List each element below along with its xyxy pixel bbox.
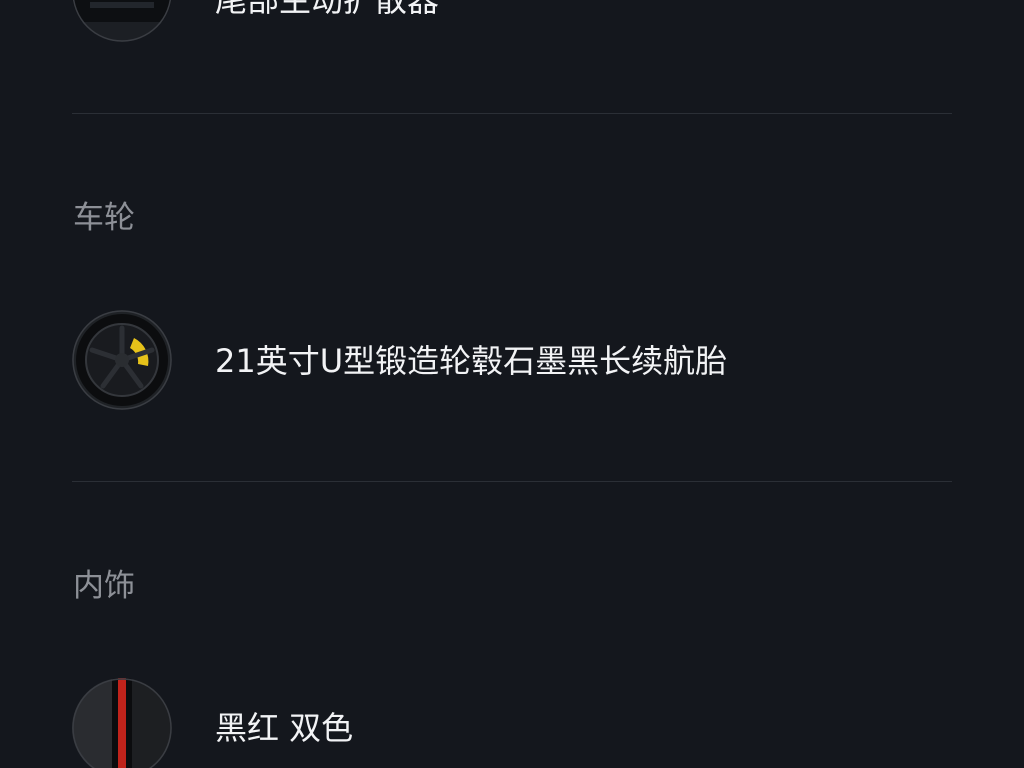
option-label: 尾部主动扩散器 <box>215 0 440 19</box>
interior-color-swatch <box>72 678 172 768</box>
wheel-thumbnail <box>72 310 172 410</box>
rear-diffuser-thumbnail <box>72 0 172 42</box>
section-title-wheels: 车轮 <box>73 200 135 236</box>
section-title-interior: 内饰 <box>73 568 135 604</box>
wheel-image <box>72 310 172 410</box>
option-label: 黑红 双色 <box>215 709 354 747</box>
option-label: 21英寸U型锻造轮毂石墨黑长续航胎 <box>215 342 728 380</box>
divider <box>72 113 952 114</box>
rear-diffuser-image <box>72 0 172 42</box>
configuration-list: 尾部主动扩散器 车轮 21英寸U型锻造轮毂石墨黑长续航胎 内饰 黑红 双色 <box>0 0 1024 768</box>
divider <box>72 481 952 482</box>
interior-swatch-image <box>72 678 172 768</box>
